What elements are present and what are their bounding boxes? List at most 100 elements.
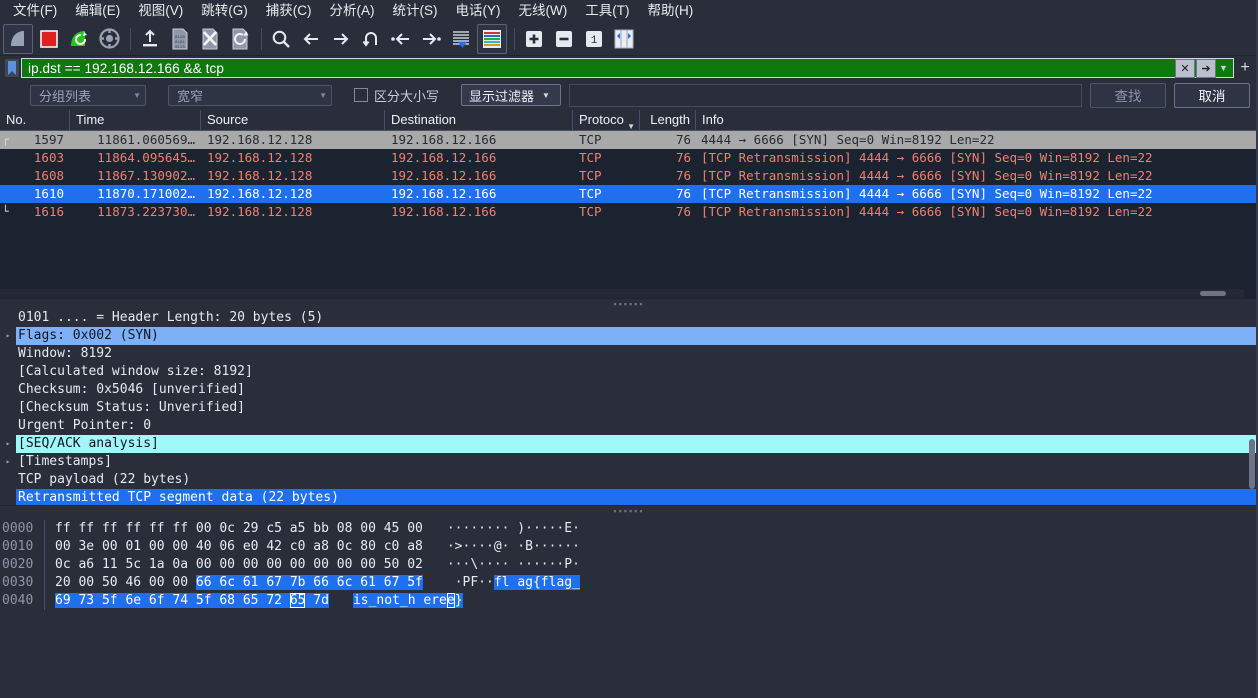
hex-row[interactable]: 0040 69 73 5f 6e 6f 74 5f 68 65 72 65 7d i… [0, 592, 1258, 610]
hex-ascii: is_not_h eree} [352, 592, 463, 610]
splitter-detail-bytes[interactable]: ▪▪▪▪▪▪ [0, 505, 1258, 516]
find-button[interactable]: 查找 [1090, 82, 1166, 108]
hex-row[interactable]: 0000 ff ff ff ff ff ff 00 0c 29 c5 a5 bb … [0, 520, 1258, 538]
splitter-list-detail[interactable]: ▪▪▪▪▪▪ [0, 298, 1258, 309]
hex-row[interactable]: 0020 0c a6 11 5c 1a 0a 00 00 00 00 00 00 … [0, 556, 1258, 574]
filter-bookmark-icon[interactable] [4, 58, 20, 78]
table-row[interactable]: └ 1616 11873.223730… 192.168.12.128 192.168.… [0, 203, 1258, 221]
colorize-icon[interactable] [477, 23, 507, 54]
find-charset-select[interactable]: 宽窄 ▼ [168, 84, 332, 106]
reload-file-icon[interactable] [226, 25, 254, 53]
detail-seq-ack-analysis[interactable]: ▸ [SEQ/ACK analysis] [0, 435, 1258, 453]
go-last-packet-icon[interactable] [417, 25, 445, 53]
cancel-button[interactable]: 取消 [1174, 82, 1250, 108]
add-filter-button[interactable]: + [1234, 58, 1256, 78]
find-input[interactable] [569, 83, 1082, 107]
start-capture-icon[interactable] [3, 23, 33, 54]
scrollbar-thumb[interactable] [1200, 291, 1226, 296]
case-sensitive-checkbox[interactable]: 区分大小写 [354, 86, 439, 105]
open-file-icon[interactable] [136, 25, 164, 53]
detail-header-length[interactable]: 0101 .... = Header Length: 20 bytes (5) [0, 309, 1258, 327]
detail-checksum-status[interactable]: [Checksum Status: Unverified] [0, 399, 1258, 417]
detail-flags[interactable]: ▸ Flags: 0x002 (SYN) [0, 327, 1258, 345]
detail-tcp-payload[interactable]: TCP payload (22 bytes) [0, 471, 1258, 489]
detail-retransmitted-segment-data[interactable]: Retransmitted TCP segment data (22 bytes… [0, 489, 1258, 505]
clear-filter-icon[interactable]: ✕ [1175, 58, 1195, 78]
auto-scroll-icon[interactable] [447, 25, 475, 53]
menu-capture[interactable]: 捕获(C) [257, 0, 321, 22]
packet-detail-pane[interactable]: 0101 .... = Header Length: 20 bytes (5) ▸… [0, 309, 1258, 505]
menu-file[interactable]: 文件(F) [4, 0, 66, 22]
column-length[interactable]: Length [640, 110, 696, 130]
detail-checksum[interactable]: Checksum: 0x5046 [unverified] [0, 381, 1258, 399]
svg-text:0113: 0113 [175, 46, 185, 50]
table-row[interactable]: 1603 11864.095645… 192.168.12.128 192.168.1… [0, 149, 1258, 167]
cell-time: 11873.223730… [97, 204, 195, 219]
cell-no: 1608 [33, 168, 64, 183]
detail-row-label: Checksum: 0x5046 [unverified] [18, 382, 245, 397]
close-file-icon[interactable] [196, 25, 224, 53]
go-forward-icon[interactable] [327, 25, 355, 53]
menu-telephony[interactable]: 电话(Y) [447, 0, 510, 22]
checkbox-box[interactable] [354, 88, 368, 102]
find-packet-icon[interactable] [267, 25, 295, 53]
expand-triangle-icon[interactable]: ▸ [0, 453, 16, 471]
cell-protocol: TCP [579, 186, 602, 201]
column-info[interactable]: Info [696, 110, 1258, 130]
menu-tools[interactable]: 工具(T) [576, 0, 638, 22]
save-file-icon[interactable]: 0110 0101 0113 [166, 25, 194, 53]
detail-urgent-pointer[interactable]: Urgent Pointer: 0 [0, 417, 1258, 435]
display-filter-value[interactable]: ip.dst == 192.168.12.166 && tcp [24, 61, 1174, 76]
detail-calculated-window-size[interactable]: [Calculated window size: 8192] [0, 363, 1258, 381]
chevron-down-icon[interactable]: ▼ [1216, 60, 1231, 77]
column-destination[interactable]: Destination [385, 110, 573, 130]
menu-analyze[interactable]: 分析(A) [321, 0, 384, 22]
menu-view[interactable]: 视图(V) [129, 0, 192, 22]
restart-capture-icon[interactable] [65, 25, 93, 53]
menu-edit[interactable]: 编辑(E) [66, 0, 129, 22]
menu-go[interactable]: 跳转(G) [192, 0, 257, 22]
table-row[interactable]: 1610 11870.171002… 192.168.12.128 192.168.1… [0, 185, 1258, 203]
find-search-in-select[interactable]: 分组列表 ▼ [30, 84, 146, 106]
column-source[interactable]: Source [201, 110, 385, 130]
hex-row[interactable]: 0030 20 00 50 46 00 00 66 6c 61 67 7b 66 … [0, 574, 1258, 592]
scrollbar-thumb[interactable] [1249, 439, 1255, 489]
column-protocol[interactable]: Protoco ▼ [573, 110, 640, 130]
display-filter-input[interactable]: ip.dst == 192.168.12.166 && tcp ✕ ➔ ▼ [21, 58, 1234, 78]
cell-time: 11864.095645… [97, 150, 195, 165]
apply-filter-icon[interactable]: ➔ [1196, 58, 1216, 78]
detail-timestamps[interactable]: ▸ [Timestamps] [0, 453, 1258, 471]
hex-bytes-selected: 65 [289, 593, 306, 608]
table-row[interactable]: ┌ 1597 11861.060569… 192.168.12.128 192.168.… [0, 131, 1258, 149]
find-type-value: 显示过滤器 [469, 88, 535, 104]
cell-protocol: TCP [579, 168, 602, 183]
hex-bytes-selected: 66 6c [195, 575, 243, 590]
zoom-reset-icon[interactable]: 1 [580, 25, 608, 53]
go-first-packet-icon[interactable] [387, 25, 415, 53]
zoom-in-icon[interactable] [520, 25, 548, 53]
packet-list[interactable]: No. Time Source Destination Protoco ▼ Le… [0, 110, 1258, 298]
column-no[interactable]: No. [0, 110, 70, 130]
resize-columns-icon[interactable] [610, 25, 638, 53]
expand-triangle-icon[interactable]: ▸ [0, 435, 16, 453]
packet-list-hscrollbar[interactable] [0, 289, 1244, 298]
packet-bytes-pane[interactable]: 0000 ff ff ff ff ff ff 00 0c 29 c5 a5 bb … [0, 516, 1258, 698]
expand-triangle-icon[interactable]: ▸ [0, 327, 16, 345]
menu-statistics[interactable]: 统计(S) [384, 0, 447, 22]
detail-row-label: [SEQ/ACK analysis] [16, 435, 1258, 453]
go-back-icon[interactable] [297, 25, 325, 53]
cell-length: 76 [675, 150, 691, 165]
go-to-packet-icon[interactable] [357, 25, 385, 53]
capture-options-icon[interactable] [95, 25, 123, 53]
hex-divider [44, 574, 55, 592]
zoom-out-icon[interactable] [550, 25, 578, 53]
column-time[interactable]: Time [70, 110, 201, 130]
find-type-select[interactable]: 显示过滤器 ▼ [461, 84, 562, 106]
menu-help[interactable]: 帮助(H) [638, 0, 702, 22]
detail-window[interactable]: Window: 8192 [0, 345, 1258, 363]
menu-wireless[interactable]: 无线(W) [510, 0, 577, 22]
hex-row[interactable]: 0010 00 3e 00 01 00 00 40 06 e0 42 c0 a8 … [0, 538, 1258, 556]
table-row[interactable]: 1608 11867.130902… 192.168.12.128 192.168.1… [0, 167, 1258, 185]
stop-capture-icon[interactable] [35, 25, 63, 53]
hex-divider [44, 592, 55, 610]
